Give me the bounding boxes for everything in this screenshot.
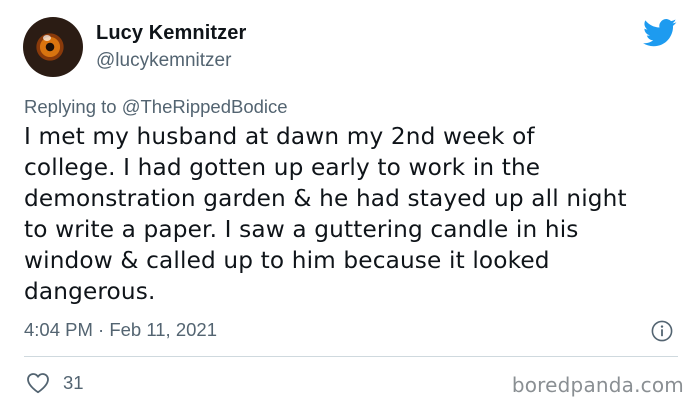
avatar[interactable] [23, 17, 83, 77]
tweet-text-line: to write a paper. I saw a guttering cand… [24, 216, 579, 243]
replying-to-mention[interactable]: @TheRippedBodice [122, 96, 288, 117]
tweet-text-line: dangerous. [24, 278, 156, 305]
replying-to-line: Replying to @TheRippedBodice [24, 96, 288, 118]
tweet-text-line: I met my husband at dawn my 2nd week of [24, 123, 535, 150]
tweet-text: I met my husband at dawn my 2nd week of … [24, 121, 694, 307]
tweet-divider [24, 356, 678, 357]
author-display-name[interactable]: Lucy Kemnitzer [96, 22, 246, 45]
tweet-text-line: demonstration garden & he had stayed up … [24, 185, 627, 212]
tweet-text-line: window & called up to him because it loo… [24, 247, 550, 274]
avatar-highlight [43, 35, 51, 41]
replying-to-label: Replying to [24, 96, 117, 117]
author-handle[interactable]: @lucykemnitzer [96, 50, 231, 72]
twitter-bird-icon[interactable] [643, 18, 677, 48]
like-count: 31 [63, 372, 84, 393]
heart-icon[interactable] [26, 372, 50, 394]
tweet-text-line: college. I had gotten up early to work i… [24, 154, 541, 181]
info-icon[interactable] [651, 320, 673, 342]
tweet-timestamp[interactable]: 4:04 PM · Feb 11, 2021 [24, 319, 217, 341]
boredpanda-watermark: boredpanda.com [511, 373, 684, 397]
